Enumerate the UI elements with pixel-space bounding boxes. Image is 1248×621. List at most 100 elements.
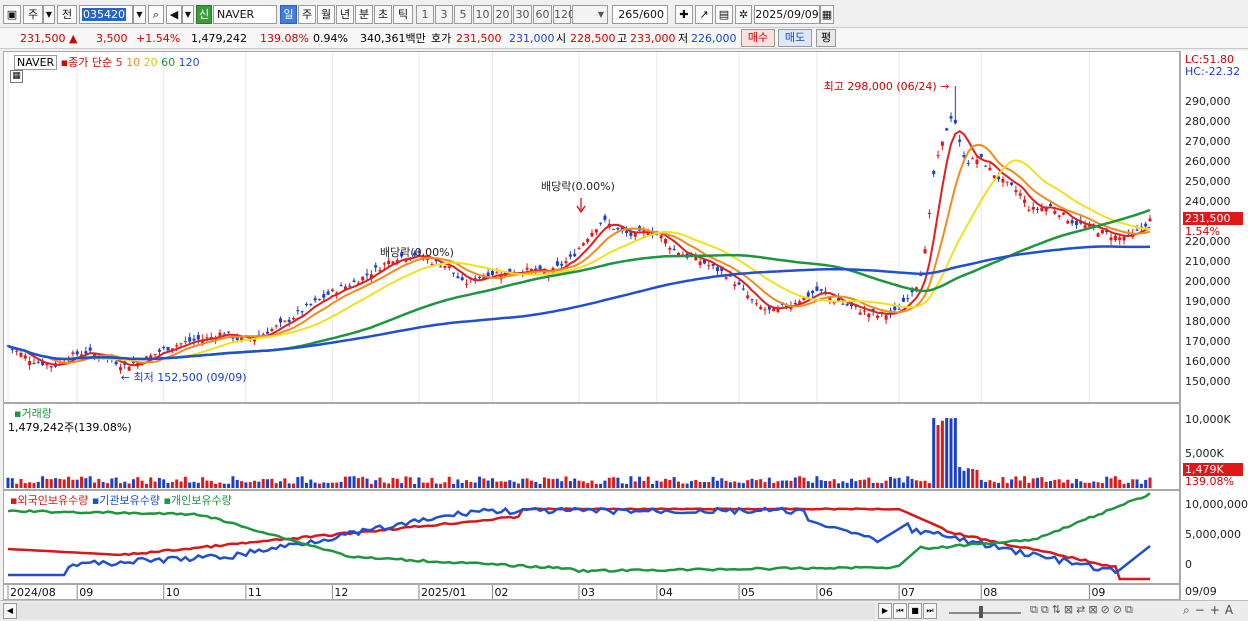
period-day-tab[interactable]: 일	[280, 5, 297, 24]
volume-bar	[927, 483, 931, 488]
price-tick-label: 210,000	[1185, 255, 1231, 268]
interval-3-button[interactable]: 3	[435, 5, 453, 24]
candle-body	[374, 265, 378, 268]
crosshair-icon[interactable]: ✚	[675, 5, 693, 24]
legend-stock-name[interactable]: NAVER	[14, 55, 58, 70]
price-chart[interactable]: 최고 298,000 (06/24) → ← 최저 152,500 (09/09)…	[4, 52, 1179, 402]
volume-bar	[1023, 476, 1027, 488]
date-input[interactable]: 2025/09/09	[754, 5, 820, 24]
gear-icon[interactable]: ✲	[735, 5, 752, 24]
period-month-tab[interactable]: 월	[317, 5, 335, 24]
volume-bar	[300, 476, 304, 488]
volume-bar	[599, 483, 603, 488]
holding-chart-panel[interactable]: ▪외국인보유수량 ▪기관보유수량 ▪개인보유수량	[3, 490, 1180, 584]
scroll-left-icon[interactable]: ◀	[3, 603, 17, 619]
legend-ma10: 10	[126, 56, 141, 69]
period-minute-tab[interactable]: 분	[355, 5, 373, 24]
volume-bar	[227, 483, 231, 488]
rewind-icon[interactable]: ⏮	[893, 603, 907, 619]
volume-bar	[88, 476, 92, 488]
eval-button[interactable]: 평	[816, 29, 836, 47]
volume-chart[interactable]	[4, 404, 1179, 489]
scroll-right-icon[interactable]: ▶	[878, 603, 892, 619]
x-tick-label: 02	[494, 586, 508, 599]
holding-tick-label: 5,000,000	[1185, 528, 1241, 541]
volume-bar	[867, 477, 871, 488]
save-icon[interactable]: ▤	[715, 5, 733, 24]
calendar-icon[interactable]: ▦	[820, 5, 834, 24]
volume-bar	[992, 481, 996, 488]
volume-bar	[1087, 482, 1091, 488]
volume-bar	[196, 482, 200, 488]
sound-icon[interactable]: ◀	[166, 5, 182, 24]
holding-tick-label: 10,000,000	[1185, 498, 1248, 511]
period-second-tab[interactable]: 초	[374, 5, 392, 24]
candle-body	[737, 282, 741, 285]
volume-bar	[149, 477, 153, 488]
code-dropdown-icon[interactable]: ▼	[133, 5, 146, 24]
candle-body	[157, 349, 161, 352]
interval-10-button[interactable]: 10	[473, 5, 492, 24]
volume-chart-panel[interactable]: ▪거래량 1,479,242주(139.08%)	[3, 403, 1180, 490]
candle-body	[698, 261, 702, 266]
volume-bar	[41, 476, 45, 488]
layout-icon[interactable]: ▣	[3, 5, 21, 24]
candle-body	[953, 119, 957, 124]
market-type-select[interactable]: 주	[23, 5, 43, 24]
search-icon[interactable]: ⌕	[148, 5, 164, 24]
data-count-field[interactable]: 265/600	[612, 5, 668, 24]
volume-bar	[676, 481, 680, 488]
interval-5-button[interactable]: 5	[454, 5, 472, 24]
draw-line-icon[interactable]: ↗	[695, 5, 713, 24]
price-chart-panel[interactable]: 최고 298,000 (06/24) → ← 최저 152,500 (09/09)…	[3, 51, 1180, 403]
volume-bar	[875, 482, 879, 488]
volume-bar	[737, 482, 741, 488]
period-year-tab[interactable]: 년	[336, 5, 354, 24]
chart-scrollbar[interactable]: ◀ ▶ ⏮ ■ ⏭ ⧉⧉⇅⊠⇄⊠⊘⊘⧉ ⌕−+A	[0, 600, 1248, 621]
volume-bar	[707, 481, 711, 488]
scroll-track[interactable]	[17, 603, 875, 619]
sell-button[interactable]: 매도	[778, 29, 812, 47]
price-tick-label: 260,000	[1185, 155, 1231, 168]
period-tick-tab[interactable]: 틱	[393, 5, 413, 24]
chevron-down-icon[interactable]: ▼	[43, 5, 55, 24]
volume-bar	[188, 482, 192, 488]
candle-body	[317, 298, 321, 301]
volume-tick-label: 5,000K	[1185, 447, 1224, 460]
interval-20-button[interactable]: 20	[493, 5, 512, 24]
candle-body	[32, 363, 36, 365]
prev-button[interactable]: 전	[57, 5, 77, 24]
volume-bar	[694, 479, 698, 488]
volume-bar	[958, 467, 962, 488]
volume-bar	[607, 477, 611, 488]
x-tick-label: 2024/08	[10, 586, 56, 599]
tool-icons[interactable]: ⧉⧉⇅⊠⇄⊠⊘⊘⧉	[1030, 603, 1180, 619]
interval-1-button[interactable]: 1	[416, 5, 434, 24]
interval-60-button[interactable]: 60	[533, 5, 552, 24]
zoom-slider[interactable]	[945, 603, 1025, 619]
fast-forward-icon[interactable]: ⏭	[923, 603, 937, 619]
new-badge[interactable]: 신	[196, 5, 212, 24]
buy-button[interactable]: 매수	[741, 29, 775, 47]
candle-body	[283, 320, 287, 322]
candle-body	[1005, 181, 1009, 183]
interval-dropdown-icon[interactable]: ▼	[572, 5, 608, 24]
volume-bar	[850, 478, 854, 488]
candle-body	[1031, 206, 1035, 210]
stock-code-input[interactable]: 035420	[79, 5, 133, 24]
period-week-tab[interactable]: 주	[298, 5, 316, 24]
volume-bar	[1049, 481, 1053, 488]
zoom-controls[interactable]: ⌕−+A	[1183, 603, 1245, 619]
interval-30-button[interactable]: 30	[513, 5, 532, 24]
stop-icon[interactable]: ■	[908, 603, 922, 619]
sound-dropdown-icon[interactable]: ▼	[182, 5, 194, 24]
volume-bar	[949, 418, 953, 488]
table-icon[interactable]: ▦	[10, 70, 23, 83]
interval-120-button[interactable]: 120	[553, 5, 575, 24]
volume-bar	[953, 418, 957, 488]
stock-name-field[interactable]: NAVER	[213, 5, 277, 24]
ask-price: 231,500	[456, 32, 502, 45]
y-axis: LC:51.80 HC:-22.32 290,000 280,000 270,000 26…	[1180, 51, 1248, 600]
price-tick-label: 190,000	[1185, 295, 1231, 308]
volume-bar	[888, 476, 892, 488]
